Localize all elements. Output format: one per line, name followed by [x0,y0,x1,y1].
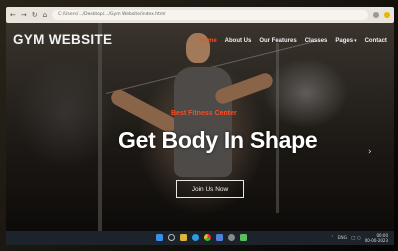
edge-browser-icon[interactable] [192,234,199,241]
nav-about-link[interactable]: About Us [221,36,256,46]
hero-title: Get Body In Shape [118,127,318,153]
home-icon[interactable]: ⌂ [43,11,47,19]
reload-icon[interactable]: ↻ [32,11,38,19]
nav-home-link[interactable]: Home [196,36,221,46]
windows-taskbar: ˄ ENG □ ○ 00:00 00-00-2023 [6,231,394,245]
nav-features-link[interactable]: Our Features [255,36,300,46]
chrome-browser-icon[interactable] [204,234,211,241]
nav-pages-dropdown[interactable]: Pages▾ [331,36,360,46]
forward-arrow-icon[interactable]: → [21,11,27,19]
search-icon[interactable] [168,234,175,241]
file-explorer-icon[interactable] [180,234,187,241]
extension-icon[interactable] [373,12,379,18]
hero-subtitle: Best Fitness Center [171,110,237,117]
nav-contact-link[interactable]: Contact [361,36,391,46]
main-nav: Home About Us Our Features Classes Pages… [196,36,391,46]
system-tray: ˄ ENG □ ○ 00:00 00-00-2023 [331,233,388,243]
store-icon[interactable] [216,234,223,241]
taskbar-apps [156,234,247,241]
monitor-frame: ← → ↻ ⌂ C:/Users/.../Desktop/.../Gym Web… [0,0,398,251]
gym-equipment-image [98,23,102,231]
clock[interactable]: 00:00 00-00-2023 [364,233,388,243]
chevron-down-icon: ▾ [354,38,357,44]
site-logo[interactable]: GYM WEBSITE [13,32,112,47]
back-arrow-icon[interactable]: ← [10,11,16,19]
clock-date: 00-00-2023 [364,237,388,243]
tray-chevron-icon[interactable]: ˄ [331,236,333,241]
language-indicator[interactable]: ENG [337,236,347,241]
start-menu-icon[interactable] [156,234,163,241]
profile-avatar-icon[interactable] [384,12,390,18]
settings-icon[interactable] [228,234,235,241]
join-us-button[interactable]: Join Us Now [176,180,244,198]
webpage-viewport: GYM WEBSITE Home About Us Our Features C… [6,23,394,231]
browser-toolbar: ← → ↻ ⌂ C:/Users/.../Desktop/.../Gym Web… [6,7,394,23]
network-volume-icons[interactable]: □ ○ [351,236,361,241]
address-bar[interactable]: C:/Users/.../Desktop/.../Gym Website/ind… [52,10,368,20]
nav-classes-link[interactable]: Classes [301,36,332,46]
app-icon[interactable] [240,234,247,241]
carousel-next-icon[interactable]: › [368,147,372,157]
nav-pages-label: Pages [335,38,354,44]
